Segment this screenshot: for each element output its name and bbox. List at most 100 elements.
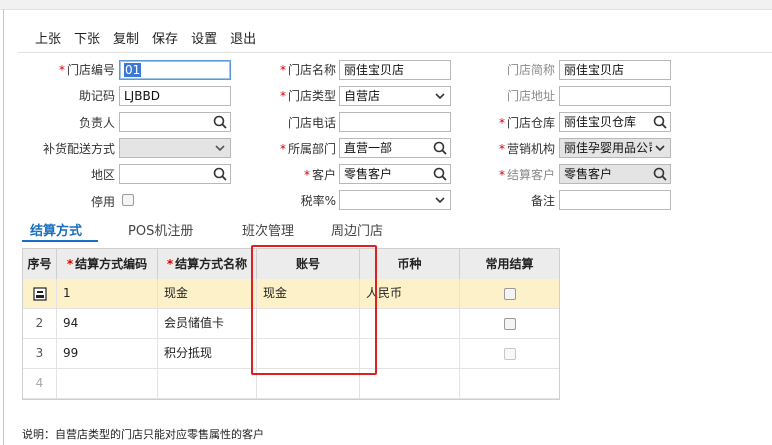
disabled-checkbox[interactable]: [122, 194, 134, 206]
cell-common: [460, 279, 559, 308]
manager-input[interactable]: [119, 112, 231, 132]
address-input[interactable]: [559, 86, 671, 106]
cell-account[interactable]: [257, 339, 360, 368]
cell-account[interactable]: [257, 369, 360, 398]
cell-currency[interactable]: [360, 339, 460, 368]
store-type-select[interactable]: 自营店: [339, 86, 451, 106]
cell-currency[interactable]: 人民币: [360, 279, 460, 308]
store-code-input[interactable]: 01: [119, 60, 231, 80]
chevron-down-icon: [435, 197, 445, 204]
replenish-label: 补货配送方式: [42, 142, 115, 156]
footer-note: 说明：自营店类型的门店只能对应零售属性的客户: [22, 428, 264, 441]
short-name-label: 门店简称: [506, 63, 555, 77]
settle-customer-value: 零售客户: [564, 167, 613, 181]
store-type-value: 自营店: [344, 89, 381, 103]
settings-button[interactable]: 设置: [191, 31, 217, 49]
cell-code[interactable]: [57, 369, 158, 398]
search-icon[interactable]: [652, 114, 668, 130]
warehouse-input[interactable]: 丽佳宝贝仓库: [559, 112, 671, 132]
col-header-no[interactable]: 序号: [23, 249, 57, 279]
region-input[interactable]: [119, 164, 231, 184]
tab-shift-management[interactable]: 班次管理: [242, 220, 294, 239]
table-header: 序号 * 结算方式编码 * 结算方式名称 账号 币种 常用结算: [23, 249, 559, 280]
sales-org-select[interactable]: 丽佳孕婴用品公司: [559, 138, 671, 158]
cell-code[interactable]: 1: [57, 279, 158, 308]
settlement-table: 序号 * 结算方式编码 * 结算方式名称 账号 币种 常用结算 1 现金 现金 人民…: [22, 248, 560, 400]
short-name-input[interactable]: 丽佳宝贝店: [559, 60, 671, 80]
col-header-account[interactable]: 账号: [257, 249, 360, 279]
region-label: 地区: [90, 168, 115, 182]
top-strip: [0, 0, 772, 10]
save-button[interactable]: 保存: [152, 31, 178, 49]
table-row[interactable]: 4: [23, 369, 559, 399]
search-icon[interactable]: [212, 166, 228, 182]
settle-customer-label: * 结算客户: [498, 168, 555, 182]
cell-common: [460, 339, 559, 368]
warehouse-value: 丽佳宝贝仓库: [564, 115, 637, 129]
mnemonic-label: 助记码: [78, 89, 115, 103]
tax-rate-label: 税率%: [300, 194, 336, 208]
cell-currency[interactable]: [360, 369, 460, 398]
col-header-currency[interactable]: 币种: [360, 249, 460, 279]
mnemonic-input[interactable]: LJBBD: [119, 86, 231, 106]
department-input[interactable]: 直营一部: [339, 138, 451, 158]
address-label: 门店地址: [506, 89, 555, 103]
customer-value: 零售客户: [344, 167, 393, 181]
table-row[interactable]: 1 现金 现金 人民币: [23, 279, 559, 309]
settle-customer-input[interactable]: 零售客户: [559, 164, 671, 184]
cell-name[interactable]: 积分抵现: [158, 339, 257, 368]
cell-name[interactable]: 现金: [158, 279, 257, 308]
tab-pos-registration[interactable]: POS机注册: [128, 220, 193, 239]
search-icon[interactable]: [432, 166, 448, 182]
row-editor-icon[interactable]: [32, 286, 47, 301]
store-name-label: * 门店名称: [279, 63, 336, 77]
search-icon[interactable]: [652, 166, 668, 182]
cell-account[interactable]: [257, 309, 360, 338]
replenish-select[interactable]: [119, 138, 231, 158]
store-phone-label: 门店电话: [287, 116, 336, 130]
search-icon[interactable]: [432, 140, 448, 156]
warehouse-label: * 门店仓库: [498, 116, 555, 130]
copy-button[interactable]: 复制: [113, 31, 139, 49]
row-edit-cell[interactable]: [23, 279, 57, 308]
customer-label: * 客户: [303, 168, 336, 182]
tab-settlement-methods[interactable]: 结算方式: [30, 220, 82, 239]
prev-record-button[interactable]: 上张: [35, 31, 61, 49]
cell-common: [460, 369, 559, 398]
cell-code[interactable]: 99: [57, 339, 158, 368]
tax-rate-select[interactable]: [339, 190, 451, 210]
cell-row-no: 3: [23, 339, 57, 368]
left-border: [3, 9, 4, 445]
cell-account[interactable]: 现金: [257, 279, 360, 308]
common-checkbox[interactable]: [503, 317, 516, 330]
sales-org-label: * 营销机构: [498, 142, 555, 156]
cell-common: [460, 309, 559, 338]
exit-button[interactable]: 退出: [230, 31, 256, 49]
store-name-input[interactable]: 丽佳宝贝店: [339, 60, 451, 80]
chevron-down-icon: [215, 145, 225, 152]
next-record-button[interactable]: 下张: [74, 31, 100, 49]
cell-code[interactable]: 94: [57, 309, 158, 338]
cell-name[interactable]: 会员储值卡: [158, 309, 257, 338]
department-value: 直营一部: [344, 141, 393, 155]
department-label: * 所属部门: [279, 142, 336, 156]
sales-org-value: 丽佳孕婴用品公司: [564, 141, 661, 155]
col-header-code[interactable]: * 结算方式编码: [57, 249, 158, 279]
cell-currency[interactable]: [360, 309, 460, 338]
common-checkbox[interactable]: [503, 287, 516, 300]
table-row[interactable]: 2 94 会员储值卡: [23, 309, 559, 339]
customer-input[interactable]: 零售客户: [339, 164, 451, 184]
toolbar-divider: [18, 52, 772, 53]
table-row[interactable]: 3 99 积分抵现: [23, 339, 559, 369]
cell-name[interactable]: [158, 369, 257, 398]
active-tab-indicator: [22, 240, 98, 242]
store-phone-input[interactable]: [339, 112, 451, 132]
store-code-label: * 门店编号: [58, 63, 115, 77]
common-checkbox[interactable]: [503, 347, 516, 360]
tab-nearby-stores[interactable]: 周边门店: [331, 220, 383, 239]
remark-label: 备注: [530, 194, 555, 208]
remark-input[interactable]: [559, 190, 671, 210]
col-header-common[interactable]: 常用结算: [460, 249, 559, 279]
search-icon[interactable]: [212, 114, 228, 130]
col-header-name[interactable]: * 结算方式名称: [158, 249, 257, 279]
